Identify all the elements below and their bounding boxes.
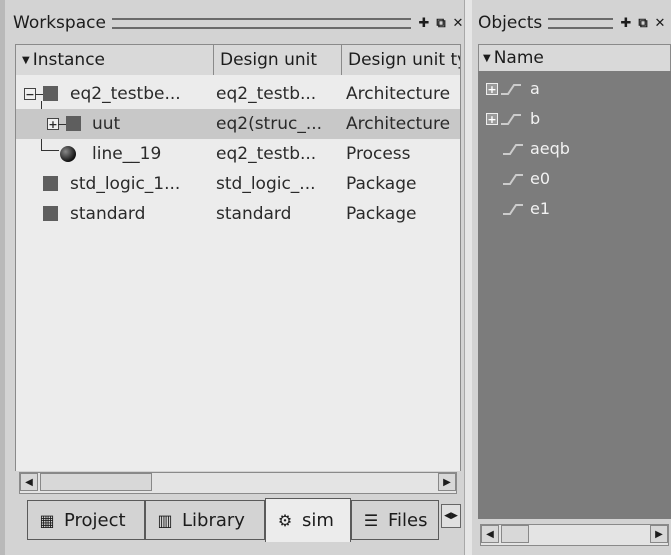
dock-icon[interactable]: ✚ — [417, 16, 431, 31]
list-item[interactable]: e1 — [478, 195, 671, 223]
object-name: e0 — [530, 169, 551, 188]
design-unit-cell: eq2(struc_... — [216, 114, 323, 134]
list-item[interactable]: e0 — [478, 165, 671, 193]
column-header-design-unit-type[interactable]: Design unit ty — [342, 45, 460, 75]
scrollbar-thumb[interactable] — [40, 473, 152, 491]
instance-name: uut — [92, 114, 121, 134]
signal-icon — [501, 114, 521, 125]
list-item[interactable]: + b — [478, 105, 671, 133]
column-header-design-unit[interactable]: Design unit — [214, 45, 342, 75]
object-name: b — [530, 109, 541, 128]
close-icon[interactable]: ✕ — [653, 16, 667, 31]
sort-triangle-icon: ▼ — [483, 52, 491, 64]
expand-icon[interactable]: + — [486, 113, 498, 125]
object-name: a — [530, 79, 540, 98]
workspace-tree: − eq2_testbe... eq2_testb... Architectur… — [15, 75, 461, 471]
instance-name: line__19 — [92, 144, 162, 164]
instance-name: eq2_testbe... — [70, 84, 181, 104]
expand-icon[interactable]: + — [486, 83, 498, 95]
table-row[interactable]: − eq2_testbe... eq2_testb... Architectur… — [16, 79, 460, 109]
design-unit-cell: standard — [216, 204, 292, 224]
type-cell: Architecture — [346, 114, 451, 134]
objects-titlebar[interactable]: Objects ✚ ⧉ ✕ — [478, 10, 667, 36]
tree-line — [58, 124, 66, 125]
titlebar-grip[interactable] — [111, 17, 411, 29]
tab-files[interactable]: ☰ Files — [351, 500, 439, 540]
table-row[interactable]: line__19 eq2_testb... Process — [16, 139, 460, 169]
objects-panel: Objects ✚ ⧉ ✕ ▼ Name + a + b aeqb e0 e1 … — [472, 0, 671, 555]
object-name: e1 — [530, 199, 551, 218]
tree-line — [35, 94, 43, 95]
design-unit-cell: std_logic_... — [216, 174, 316, 194]
signal-icon — [503, 144, 523, 155]
signal-icon — [503, 204, 523, 215]
library-icon: ▥ — [157, 510, 173, 530]
design-unit-cell: eq2_testb... — [216, 144, 317, 164]
instance-name: std_logic_1... — [70, 174, 181, 194]
table-row[interactable]: standard standard Package — [16, 199, 460, 229]
dock-icon[interactable]: ✚ — [619, 16, 633, 31]
scroll-left-icon[interactable]: ◀ — [481, 525, 499, 543]
scroll-left-icon[interactable]: ◀ — [20, 473, 38, 491]
close-icon[interactable]: ✕ — [451, 16, 465, 31]
design-unit-cell: eq2_testb... — [216, 84, 317, 104]
sort-triangle-icon: ▼ — [22, 54, 30, 66]
project-icon: ▦ — [39, 510, 55, 530]
undock-icon[interactable]: ⧉ — [434, 16, 448, 31]
tab-library[interactable]: ▥ Library — [145, 500, 265, 540]
scroll-right-icon[interactable]: ▶ — [650, 525, 668, 543]
scroll-right-icon[interactable]: ▶ — [438, 473, 456, 491]
tab-sim[interactable]: ⚙ sim — [265, 498, 351, 542]
type-cell: Process — [346, 144, 411, 164]
tab-project[interactable]: ▦ Project — [27, 500, 145, 540]
object-name: aeqb — [530, 139, 570, 158]
signal-icon — [503, 174, 523, 185]
process-icon — [60, 146, 76, 162]
type-cell: Package — [346, 204, 417, 224]
scrollbar-thumb[interactable] — [501, 525, 529, 543]
workspace-column-headers: ▼ Instance Design unit Design unit ty — [15, 44, 461, 76]
tab-scroll-arrows-icon[interactable]: ◀▶ — [441, 504, 461, 528]
list-item[interactable]: aeqb — [478, 135, 671, 163]
objects-list: + a + b aeqb e0 e1 — [478, 71, 671, 519]
objects-title: Objects — [478, 13, 543, 33]
architecture-icon — [66, 116, 81, 131]
list-item[interactable]: + a — [478, 75, 671, 103]
titlebar-grip[interactable] — [548, 17, 613, 29]
signal-icon — [501, 84, 521, 95]
type-cell: Package — [346, 174, 417, 194]
files-icon: ☰ — [363, 510, 379, 530]
workspace-panel: Workspace ✚ ⧉ ✕ ▼ Instance Design unit D… — [0, 0, 469, 555]
package-icon — [43, 206, 58, 221]
sim-icon: ⚙ — [277, 511, 293, 530]
horizontal-scrollbar[interactable]: ◀ ▶ — [19, 472, 457, 494]
workspace-tabs: ▦ Project ▥ Library ⚙ sim ☰ Files ◀▶ — [27, 498, 461, 542]
table-row-selected[interactable]: + uut eq2(struc_... Architecture — [16, 109, 460, 139]
workspace-title: Workspace — [13, 13, 106, 33]
package-icon — [43, 176, 58, 191]
column-header-instance[interactable]: ▼ Instance — [16, 45, 214, 75]
architecture-icon — [43, 86, 58, 101]
type-cell: Architecture — [346, 84, 451, 104]
instance-name: standard — [70, 204, 146, 224]
horizontal-scrollbar[interactable]: ◀ ▶ — [480, 524, 669, 546]
column-header-name[interactable]: ▼ Name — [478, 44, 671, 72]
undock-icon[interactable]: ⧉ — [636, 16, 650, 31]
table-row[interactable]: std_logic_1... std_logic_... Package — [16, 169, 460, 199]
workspace-titlebar[interactable]: Workspace ✚ ⧉ ✕ — [13, 10, 465, 36]
